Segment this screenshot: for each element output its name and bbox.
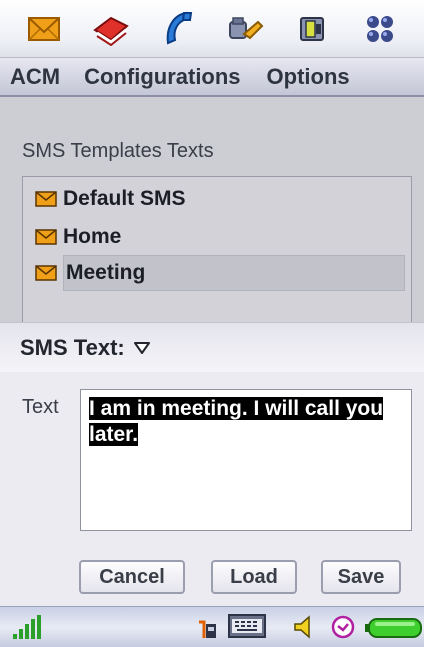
battery-icon xyxy=(365,617,423,639)
list-item-home[interactable]: Home xyxy=(35,221,121,253)
list-item-default-sms[interactable]: Default SMS xyxy=(35,183,186,215)
envelope-icon xyxy=(35,265,57,281)
selected-text: I am in meeting. I will call you later. xyxy=(89,397,384,446)
load-button[interactable]: Load xyxy=(211,560,297,594)
template-list[interactable]: Default SMS Home Meeting xyxy=(22,176,412,326)
signal-strength-icon xyxy=(12,613,42,641)
list-item-label: Home xyxy=(63,225,122,248)
editor-panel: Text I am in meeting. I will call you la… xyxy=(0,372,424,606)
selected-item-highlight: Meeting xyxy=(63,255,405,291)
sms-text-header[interactable]: SMS Text: xyxy=(0,322,424,372)
list-item-label: Meeting xyxy=(66,261,146,284)
template-panel: SMS Templates Texts Default SMS Home Mee… xyxy=(0,97,424,326)
keyboard-icon xyxy=(228,612,266,640)
save-button[interactable]: Save xyxy=(321,560,401,594)
clock-icon xyxy=(330,614,356,640)
cancel-button[interactable]: Cancel xyxy=(79,560,185,594)
list-item-label: Default SMS xyxy=(63,187,186,210)
chevron-down-icon[interactable] xyxy=(133,341,151,355)
tools-icon[interactable] xyxy=(223,6,269,52)
speaker-icon xyxy=(292,614,318,640)
apps-grid-icon[interactable] xyxy=(357,6,403,52)
top-toolbar xyxy=(0,0,424,57)
phone-icon[interactable] xyxy=(155,6,201,52)
sms-text-input[interactable]: I am in meeting. I will call you later. xyxy=(80,389,412,531)
card-reader-icon[interactable] xyxy=(290,6,336,52)
menu-configurations[interactable]: Configurations xyxy=(84,64,240,90)
text-field-label: Text xyxy=(22,396,59,418)
templates-title: SMS Templates Texts xyxy=(22,140,214,162)
menu-options[interactable]: Options xyxy=(267,64,350,90)
app-screen: ACM Configurations Options SMS Templates… xyxy=(0,0,424,647)
sim-card-icon xyxy=(196,613,218,641)
envelope-icon[interactable] xyxy=(21,6,67,52)
envelope-icon xyxy=(35,229,57,245)
envelope-icon xyxy=(35,191,57,207)
status-bar xyxy=(0,606,424,647)
menu-bar: ACM Configurations Options xyxy=(0,57,424,97)
sms-text-header-label: SMS Text: xyxy=(20,334,125,360)
book-icon[interactable] xyxy=(88,6,134,52)
menu-acm[interactable]: ACM xyxy=(10,64,60,90)
list-item-meeting[interactable]: Meeting xyxy=(35,255,405,291)
